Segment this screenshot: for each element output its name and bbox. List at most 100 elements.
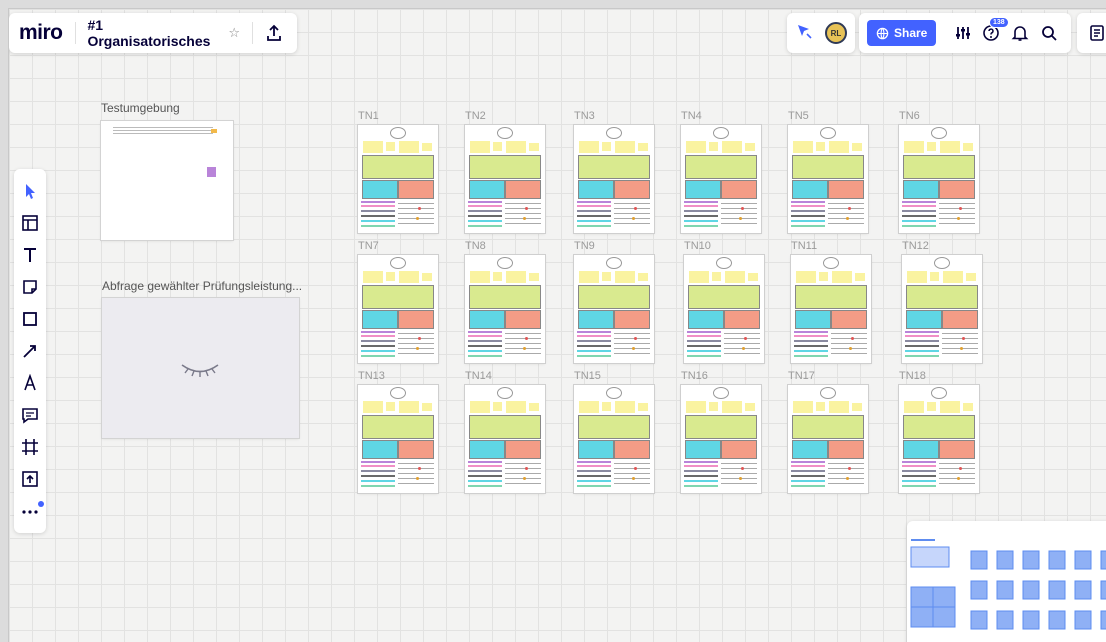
avatar[interactable]: RL [825, 22, 847, 44]
board-title[interactable]: #1 Organisatorisches [87, 17, 220, 49]
participant-worksheet[interactable] [681, 125, 761, 233]
sticky-note[interactable] [927, 402, 936, 411]
participant-worksheet[interactable] [899, 125, 979, 233]
sticky-note[interactable] [363, 141, 383, 153]
sticky-note[interactable] [943, 271, 963, 283]
sticky-note[interactable] [722, 141, 742, 153]
participant-label[interactable]: TN13 [358, 370, 385, 382]
sticky-note[interactable] [470, 141, 490, 153]
sticky-note[interactable] [399, 141, 419, 153]
sticky-note[interactable] [904, 141, 924, 153]
board-canvas[interactable]: miro #1 Organisatorisches ☆ RL Share 138 [8, 8, 1106, 642]
participant-label[interactable]: TN5 [788, 110, 809, 122]
sticky-note[interactable] [852, 143, 862, 151]
comment-tool-icon[interactable] [18, 403, 42, 427]
connection-line-icon[interactable] [18, 339, 42, 363]
participant-label[interactable]: TN18 [899, 370, 926, 382]
search-icon[interactable] [1034, 20, 1063, 46]
sticky-note[interactable] [363, 271, 383, 283]
participant-label[interactable]: TN2 [465, 110, 486, 122]
sticky-note[interactable] [506, 141, 526, 153]
shape-tool-icon[interactable] [18, 307, 42, 331]
participant-worksheet[interactable] [358, 385, 438, 493]
sticky-note[interactable] [422, 273, 432, 281]
sticky-note[interactable] [399, 271, 419, 283]
sticky-note[interactable] [579, 141, 599, 153]
sticky-note[interactable] [602, 272, 611, 281]
participant-worksheet[interactable] [902, 255, 982, 363]
sticky-note[interactable] [816, 142, 825, 151]
participant-label[interactable]: TN14 [465, 370, 492, 382]
participant-label[interactable]: TN3 [574, 110, 595, 122]
upload-icon[interactable] [265, 24, 283, 42]
sticky-note[interactable] [602, 402, 611, 411]
frame-label-test[interactable]: Testumgebung [101, 101, 180, 115]
sticky-note[interactable] [904, 401, 924, 413]
participant-worksheet[interactable] [358, 255, 438, 363]
sticky-note[interactable] [399, 401, 419, 413]
sticky-note[interactable] [386, 142, 395, 151]
sticky-note[interactable] [363, 401, 383, 413]
participant-label[interactable]: TN8 [465, 240, 486, 252]
sticky-note[interactable] [855, 273, 865, 281]
participant-label[interactable]: TN7 [358, 240, 379, 252]
bell-icon[interactable] [1006, 20, 1035, 46]
help-icon[interactable]: 138 [977, 17, 1009, 46]
sticky-note[interactable] [493, 402, 502, 411]
sticky-note[interactable] [493, 272, 502, 281]
sticky-note[interactable] [422, 403, 432, 411]
sticky-note[interactable] [927, 142, 936, 151]
miro-logo[interactable]: miro [19, 21, 63, 45]
sticky-note[interactable] [832, 271, 852, 283]
sticky-note[interactable] [529, 273, 539, 281]
sticky-note[interactable] [940, 401, 960, 413]
sticky-note[interactable] [529, 143, 539, 151]
sticky-note[interactable] [579, 271, 599, 283]
participant-worksheet[interactable] [791, 255, 871, 363]
frame-label-exam[interactable]: Abfrage gewählter Prüfungsleistung... [102, 279, 302, 293]
sticky-note[interactable] [615, 271, 635, 283]
participant-label[interactable]: TN11 [791, 240, 817, 252]
share-button[interactable]: Share [867, 20, 937, 46]
participant-label[interactable]: TN9 [574, 240, 595, 252]
participant-label[interactable]: TN10 [684, 240, 711, 252]
minimap[interactable] [907, 521, 1106, 642]
participant-worksheet[interactable] [465, 385, 545, 493]
sticky-note[interactable] [709, 402, 718, 411]
participant-worksheet[interactable] [684, 255, 764, 363]
participant-label[interactable]: TN17 [788, 370, 815, 382]
star-icon[interactable]: ☆ [228, 25, 240, 41]
notes-icon[interactable] [1077, 13, 1106, 53]
sticky-note[interactable] [638, 143, 648, 151]
sticky-note[interactable] [638, 403, 648, 411]
pen-tool-icon[interactable] [18, 371, 42, 395]
participant-worksheet[interactable] [465, 125, 545, 233]
sticky-note[interactable] [930, 272, 939, 281]
sticky-note[interactable] [615, 401, 635, 413]
sticky-note[interactable] [506, 401, 526, 413]
participant-worksheet[interactable] [574, 255, 654, 363]
sliders-icon[interactable] [948, 20, 977, 46]
participant-worksheet[interactable] [681, 385, 761, 493]
sticky-note[interactable] [689, 271, 709, 283]
participant-worksheet[interactable] [574, 385, 654, 493]
frame-test[interactable] [101, 121, 233, 240]
more-tools-icon[interactable] [18, 499, 44, 523]
sticky-note[interactable] [816, 402, 825, 411]
sticky-note[interactable] [963, 403, 973, 411]
templates-tool-icon[interactable] [18, 211, 42, 235]
sticky-note[interactable] [745, 143, 755, 151]
text-tool-icon[interactable] [18, 243, 42, 267]
participant-worksheet[interactable] [788, 125, 868, 233]
sticky-note[interactable] [529, 403, 539, 411]
participant-label[interactable]: TN16 [681, 370, 708, 382]
cursor-follow-icon[interactable] [795, 22, 813, 45]
sticky-note[interactable] [793, 401, 813, 413]
mini-sticky[interactable] [211, 129, 217, 133]
frame-exam[interactable] [102, 298, 299, 438]
sticky-note[interactable] [829, 401, 849, 413]
participant-label[interactable]: TN15 [574, 370, 601, 382]
sticky-note[interactable] [829, 141, 849, 153]
participant-label[interactable]: TN12 [902, 240, 929, 252]
purple-sticky[interactable] [207, 167, 216, 177]
